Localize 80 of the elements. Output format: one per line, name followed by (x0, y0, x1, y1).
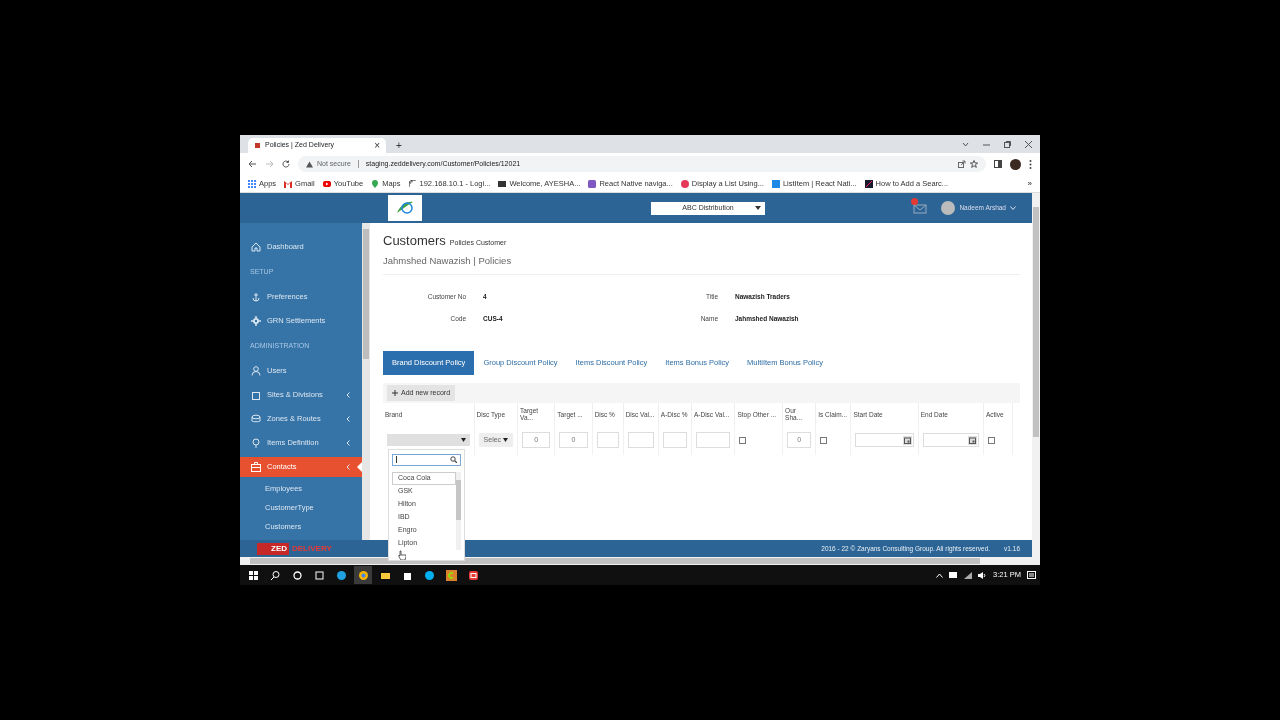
warning-icon (306, 160, 313, 168)
input-field[interactable] (596, 432, 619, 449)
map-pin-icon (371, 179, 380, 188)
caret-down-icon (460, 438, 466, 443)
scrollbar-thumb[interactable] (1033, 207, 1039, 437)
home-icon (251, 242, 261, 252)
mail-icon (284, 179, 293, 188)
text-cursor (396, 456, 397, 463)
close-icon[interactable] (1025, 140, 1032, 148)
scrollbar-thumb[interactable] (363, 229, 369, 359)
page-title: Customers (383, 232, 446, 250)
caret-down-icon (755, 206, 761, 210)
caret-down-icon (503, 438, 509, 443)
speaker-icon[interactable] (978, 571, 988, 579)
breadcrumb: Jahmshed Nawazish | Policies (383, 250, 1020, 275)
scrollbar[interactable] (362, 223, 370, 540)
circle-icon[interactable] (291, 569, 303, 581)
bookmark-icon (498, 179, 507, 188)
leaf-logo-icon (395, 199, 415, 217)
scrollbar[interactable] (1032, 193, 1040, 557)
restore-icon[interactable] (1004, 140, 1011, 148)
edge-browser-icon[interactable] (335, 569, 347, 581)
more-bookmarks-button[interactable]: » (1027, 177, 1032, 190)
input-field[interactable] (662, 432, 687, 449)
date-field[interactable] (922, 433, 979, 448)
skype-icon[interactable] (423, 569, 435, 581)
chevron-up-icon[interactable] (936, 572, 944, 578)
favicon-icon (254, 142, 261, 149)
battery-icon[interactable] (949, 572, 959, 578)
app-icon[interactable] (467, 569, 479, 581)
checkbox[interactable] (739, 436, 747, 444)
bookmark-icon (588, 179, 597, 188)
chevron-down-icon[interactable] (962, 141, 969, 147)
anchor-icon (251, 292, 261, 302)
person-icon (251, 366, 261, 376)
box-icon (251, 390, 261, 400)
plus-icon (392, 389, 398, 396)
scrollbar-thumb[interactable] (456, 479, 461, 520)
search-field[interactable] (392, 453, 461, 466)
side-panel-icon[interactable] (994, 160, 1002, 168)
input-field[interactable] (696, 432, 731, 449)
network-icon (408, 179, 417, 188)
windows-logo-icon[interactable] (247, 569, 259, 581)
task-view-icon[interactable] (313, 569, 325, 581)
star-icon[interactable] (970, 160, 978, 168)
briefcase-icon (251, 462, 261, 472)
new-tab-button[interactable]: + (396, 141, 402, 151)
share-icon[interactable] (958, 160, 966, 168)
database-icon (251, 414, 261, 424)
notification-badge (911, 198, 919, 205)
avatar-icon[interactable] (1010, 158, 1021, 170)
bookmark-icon (771, 179, 780, 188)
app-icon[interactable] (445, 569, 457, 581)
notification-icon[interactable] (1027, 570, 1036, 580)
input-field[interactable] (627, 432, 654, 449)
close-tab-button[interactable]: × (374, 140, 380, 151)
bookmark-icon (864, 179, 873, 188)
date-field[interactable] (855, 433, 914, 448)
chrome-browser-icon[interactable] (357, 569, 369, 581)
apps-grid-icon (248, 179, 256, 188)
search-icon (450, 456, 457, 463)
brand-logo: ZED DELIVERY (240, 540, 370, 557)
checkbox[interactable] (820, 436, 828, 444)
gear-icon (251, 316, 261, 326)
reload-icon[interactable] (282, 160, 290, 168)
separator (357, 160, 359, 168)
back-arrow-icon[interactable] (248, 160, 257, 168)
pin-icon (251, 438, 261, 448)
search-icon[interactable] (269, 569, 281, 581)
calendar-icon[interactable] (967, 435, 977, 445)
scrollbar[interactable] (240, 557, 1040, 565)
user-avatar (941, 201, 956, 215)
scrollbar[interactable] (456, 471, 461, 550)
bookmark-icon (680, 179, 689, 188)
calendar-icon[interactable] (902, 435, 912, 445)
checkbox[interactable] (987, 436, 995, 444)
scrollbar-thumb[interactable] (250, 558, 980, 564)
play-icon (322, 179, 331, 188)
more-options-icon[interactable] (1029, 159, 1032, 169)
wifi-icon[interactable] (964, 571, 973, 579)
